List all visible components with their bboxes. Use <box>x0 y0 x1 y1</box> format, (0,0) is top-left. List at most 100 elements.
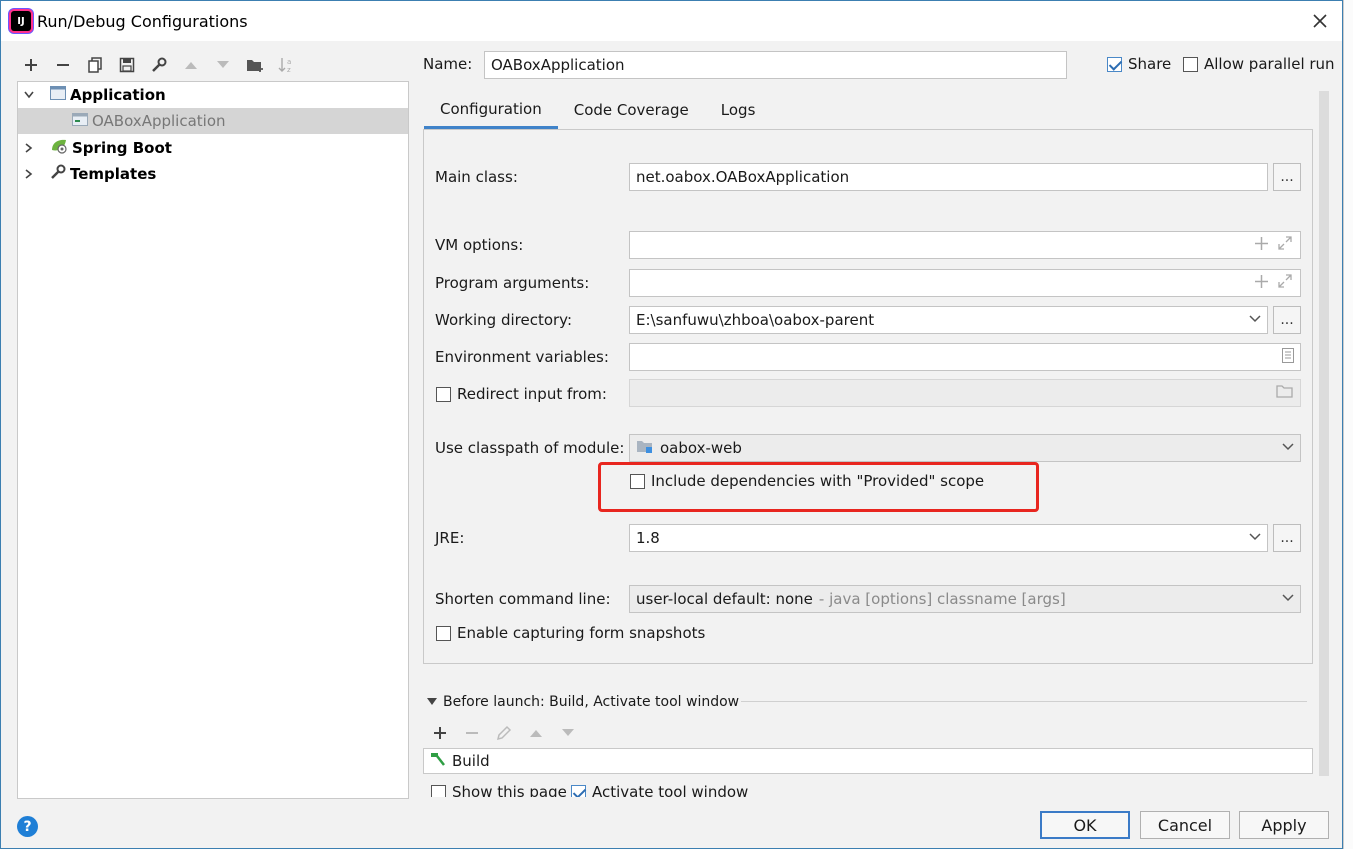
save-config-button[interactable] <box>111 51 143 79</box>
before-launch-label: Before launch: Build, Activate tool wind… <box>443 694 740 710</box>
share-checkbox-row[interactable]: Share <box>1107 55 1171 73</box>
add-config-button[interactable] <box>15 51 47 79</box>
before-launch-toolbar <box>424 719 584 747</box>
cancel-button[interactable]: Cancel <box>1140 811 1230 839</box>
chevron-right-icon[interactable] <box>22 167 36 181</box>
launch-options-row: Show this page Activate tool window <box>423 779 1313 797</box>
show-page-checkbox[interactable] <box>431 784 446 797</box>
jre-browse-button[interactable]: ... <box>1273 524 1301 552</box>
show-page-checkbox-row[interactable]: Show this page <box>431 783 567 797</box>
task-down-button[interactable] <box>552 719 584 747</box>
sort-button[interactable]: az <box>271 51 303 79</box>
classpath-value: oabox-web <box>660 439 742 457</box>
close-button[interactable] <box>1304 5 1336 37</box>
config-tree: Application OABoxApplication Spring Boot <box>17 81 409 799</box>
help-button[interactable]: ? <box>17 816 38 837</box>
snapshots-checkbox[interactable] <box>436 625 451 641</box>
add-icon <box>434 727 446 739</box>
edit-task-button[interactable] <box>488 719 520 747</box>
tab-logs[interactable]: Logs <box>705 91 772 129</box>
triangle-down-icon[interactable] <box>427 694 437 710</box>
redirect-label: Redirect input from: <box>457 385 607 403</box>
before-launch-task-build[interactable]: Build <box>423 748 1313 774</box>
share-label: Share <box>1128 55 1172 73</box>
jre-value: 1.8 <box>636 529 660 547</box>
parallel-checkbox-row[interactable]: Allow parallel run <box>1183 55 1335 73</box>
shorten-command-select[interactable]: user-local default: none - java [options… <box>629 585 1301 613</box>
config-toolbar: az <box>15 51 303 79</box>
save-icon <box>119 57 135 73</box>
redirect-checkbox-row[interactable]: Redirect input from: <box>436 385 607 403</box>
program-args-label: Program arguments: <box>435 274 590 292</box>
apply-button[interactable]: Apply <box>1239 811 1329 839</box>
tree-item-spring-boot[interactable]: Spring Boot <box>18 135 408 161</box>
ok-button[interactable]: OK <box>1040 811 1130 839</box>
run-debug-dialog: IJ Run/Debug Configurations a z Applicat… <box>0 0 1343 849</box>
tree-item-label: Spring Boot <box>72 139 172 157</box>
copy-config-button[interactable] <box>79 51 111 79</box>
tab-configuration[interactable]: Configuration <box>424 91 558 129</box>
background-console-strip <box>0 849 1353 855</box>
tree-item-label: Templates <box>70 165 157 183</box>
chevron-down-icon[interactable] <box>1249 311 1261 327</box>
tree-item-oaboxapplication[interactable]: OABoxApplication <box>18 108 408 134</box>
vm-options-input[interactable] <box>629 231 1301 259</box>
redirect-input <box>629 379 1301 407</box>
redirect-checkbox[interactable] <box>436 386 451 402</box>
tab-code-coverage[interactable]: Code Coverage <box>558 91 705 129</box>
main-class-browse-button[interactable]: ... <box>1273 163 1301 191</box>
chevron-down-icon[interactable] <box>1249 529 1261 545</box>
classpath-module-select[interactable]: oabox-web <box>629 434 1301 462</box>
new-folder-button[interactable] <box>239 51 271 79</box>
snapshots-label: Enable capturing form snapshots <box>457 624 706 642</box>
tree-item-application[interactable]: Application <box>18 82 408 108</box>
add-task-button[interactable] <box>424 719 456 747</box>
hammer-icon <box>428 751 446 771</box>
edit-defaults-button[interactable] <box>143 51 175 79</box>
tree-item-templates[interactable]: Templates <box>18 161 408 187</box>
move-up-button[interactable] <box>175 51 207 79</box>
wrench-icon <box>152 57 167 72</box>
chevron-down-icon[interactable] <box>1282 590 1294 606</box>
remove-task-button[interactable] <box>456 719 488 747</box>
task-up-button[interactable] <box>520 719 552 747</box>
chevron-down-icon[interactable] <box>22 88 36 102</box>
program-args-input[interactable] <box>629 269 1301 297</box>
remove-config-button[interactable] <box>47 51 79 79</box>
chevron-right-icon[interactable] <box>22 141 36 155</box>
name-value: OABoxApplication <box>491 56 625 74</box>
expand-icon[interactable] <box>1278 274 1292 292</box>
chevron-down-icon[interactable] <box>1282 439 1294 455</box>
folder-icon <box>1276 384 1294 402</box>
parallel-checkbox[interactable] <box>1183 56 1198 72</box>
working-dir-browse-button[interactable]: ... <box>1273 306 1301 334</box>
move-down-button[interactable] <box>207 51 239 79</box>
tree-item-label: OABoxApplication <box>92 112 226 130</box>
expand-icon[interactable] <box>1278 236 1292 254</box>
main-class-value: net.oabox.OABoxApplication <box>636 168 850 186</box>
window-title: Run/Debug Configurations <box>37 11 248 31</box>
env-vars-input[interactable] <box>629 343 1301 371</box>
before-launch-header[interactable]: Before launch: Build, Activate tool wind… <box>427 694 739 710</box>
folder-add-icon <box>247 60 263 72</box>
main-class-input[interactable]: net.oabox.OABoxApplication <box>629 163 1268 191</box>
activate-checkbox-row[interactable]: Activate tool window <box>571 783 748 797</box>
name-field[interactable]: OABoxApplication <box>484 51 1067 79</box>
application-config-icon <box>72 111 90 131</box>
plus-icon[interactable] <box>1255 274 1268 292</box>
snapshots-checkbox-row[interactable]: Enable capturing form snapshots <box>436 624 705 642</box>
remove-icon <box>466 732 478 734</box>
activate-checkbox[interactable] <box>571 784 586 797</box>
document-icon[interactable] <box>1282 348 1294 367</box>
working-dir-input[interactable]: E:\sanfuwu\zhboa\oabox-parent <box>629 306 1268 334</box>
intellij-icon: IJ <box>11 11 31 31</box>
task-label: Build <box>452 752 490 770</box>
plus-icon[interactable] <box>1255 236 1268 254</box>
jre-input[interactable]: 1.8 <box>629 524 1268 552</box>
scrollbar-thumb[interactable] <box>1319 91 1329 776</box>
share-checkbox[interactable] <box>1107 56 1122 72</box>
sort-icon: az <box>278 58 291 74</box>
move-down-icon <box>562 729 574 736</box>
classpath-label: Use classpath of module: <box>435 439 625 457</box>
field-icons <box>1255 236 1292 254</box>
